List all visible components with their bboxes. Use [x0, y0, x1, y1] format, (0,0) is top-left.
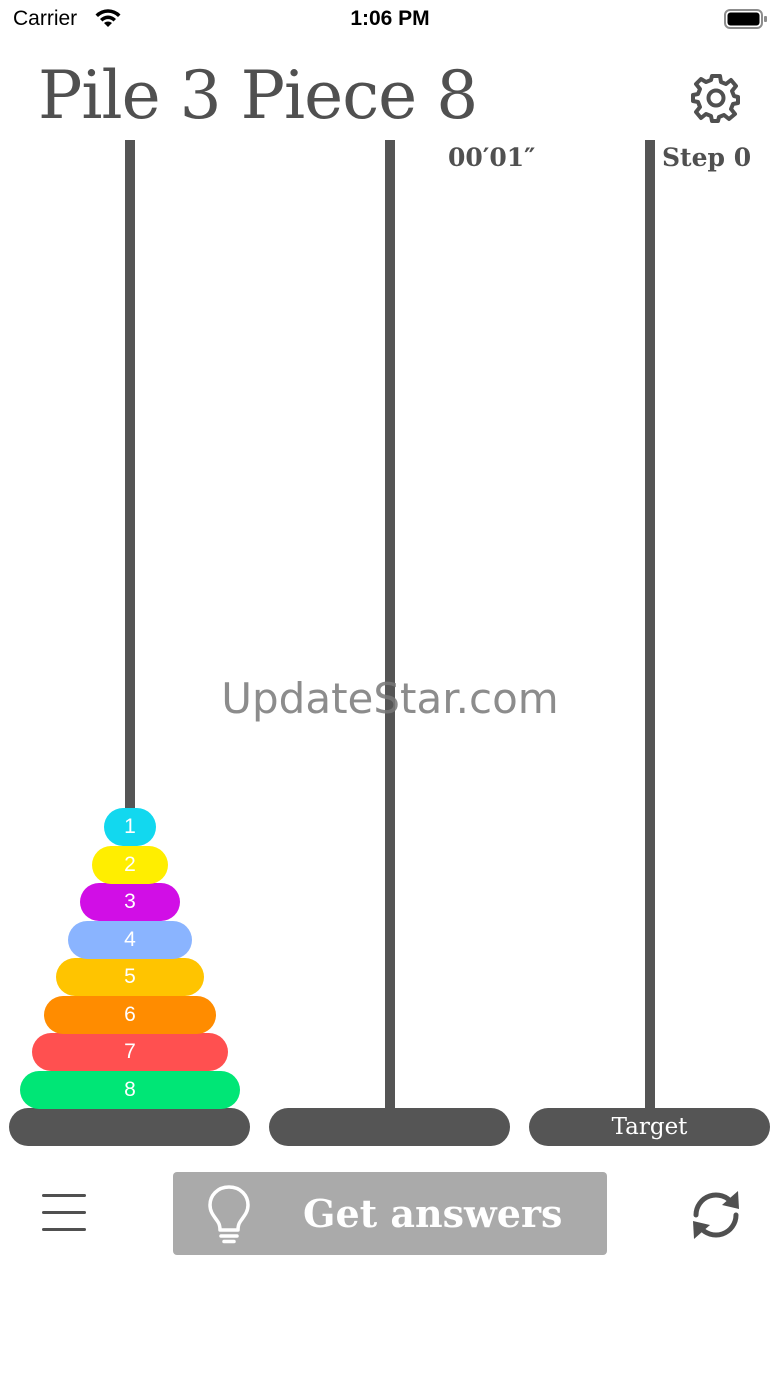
pile-3-rod[interactable]: [645, 140, 655, 1112]
menu-icon-bar: [42, 1228, 86, 1231]
pile-1-rod[interactable]: [125, 140, 135, 810]
get-answers-button[interactable]: Get answers: [173, 1172, 607, 1255]
gear-icon[interactable]: [690, 72, 742, 124]
page-title: Pile 3 Piece 8: [38, 57, 478, 134]
status-bar: Carrier 1:06 PM: [0, 0, 780, 40]
disk-2[interactable]: 2: [92, 845, 168, 884]
refresh-icon[interactable]: [686, 1185, 746, 1245]
menu-button[interactable]: [40, 1192, 88, 1234]
disk-7[interactable]: 7: [32, 1033, 228, 1071]
disk-8[interactable]: 8: [20, 1070, 240, 1109]
disk-1[interactable]: 1: [104, 808, 156, 846]
disk-5[interactable]: 5: [56, 958, 204, 996]
pile-2-rod[interactable]: [385, 140, 395, 1112]
disk-6[interactable]: 6: [44, 995, 216, 1034]
step-counter: Step 0: [662, 143, 752, 172]
timer: 00′01″: [448, 143, 536, 172]
lightbulb-icon: [208, 1185, 250, 1244]
menu-icon-bar: [42, 1211, 86, 1214]
get-answers-label: Get answers: [303, 1191, 563, 1236]
disk-3[interactable]: 3: [80, 883, 180, 921]
pile-3-base-target[interactable]: Target: [529, 1108, 770, 1146]
menu-icon: [42, 1194, 86, 1197]
pile-1-base[interactable]: [9, 1108, 250, 1146]
clock: 1:06 PM: [350, 7, 430, 30]
battery-icon: [724, 9, 767, 29]
pile-2-base[interactable]: [269, 1108, 510, 1146]
disk-4[interactable]: 4: [68, 920, 192, 959]
